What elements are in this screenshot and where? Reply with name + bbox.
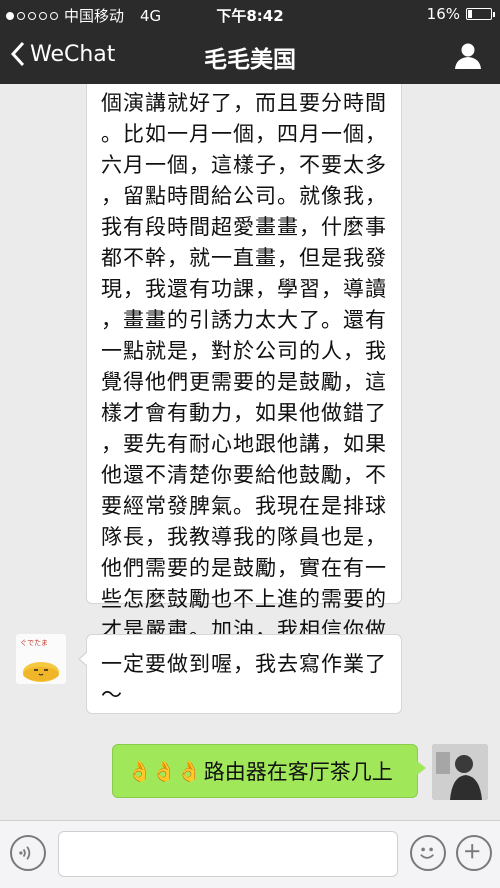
profile-button[interactable] [454,42,482,70]
incoming-message-bubble[interactable]: 個演講就好了，而且要分時間 。比如一月一個，四月一個， 六月一個，這樣子，不要太… [86,84,402,673]
battery-percent: 16% [426,5,460,23]
nav-bar: WeChat 毛毛美国 [0,28,500,84]
incoming-message-bubble[interactable]: 一定要做到喔，我去寫作業了 ～ [78,634,402,714]
battery-icon [466,8,495,20]
status-bar: 中国移动 4G 下午8:42 16% [0,0,500,28]
more-button[interactable] [456,835,492,871]
emoji-button[interactable] [410,835,446,871]
voice-icon [19,846,31,860]
avatar[interactable]: ぐでたま [16,634,66,684]
status-right: 16% [426,5,495,23]
outgoing-message-text: 路由器在客厅茶几上 [203,760,393,784]
plus-icon [465,844,480,859]
outgoing-message-bubble[interactable]: 👌👌👌 路由器在客厅茶几上 [112,744,426,798]
voice-button[interactable] [10,835,46,871]
smiley-icon [420,847,434,859]
person-photo-icon [432,744,488,800]
chat-area[interactable]: 個演講就好了，而且要分時間 。比如一月一個，四月一個， 六月一個，這樣子，不要太… [0,84,500,820]
gudetama-egg-icon [23,662,59,682]
message-input[interactable] [58,831,398,877]
my-avatar[interactable] [432,744,488,800]
person-icon [455,43,481,69]
ok-hand-icon: 👌👌👌 [127,759,202,783]
input-bar [0,820,500,888]
status-time: 下午8:42 [216,7,284,25]
chat-title: 毛毛美国 [204,47,296,73]
